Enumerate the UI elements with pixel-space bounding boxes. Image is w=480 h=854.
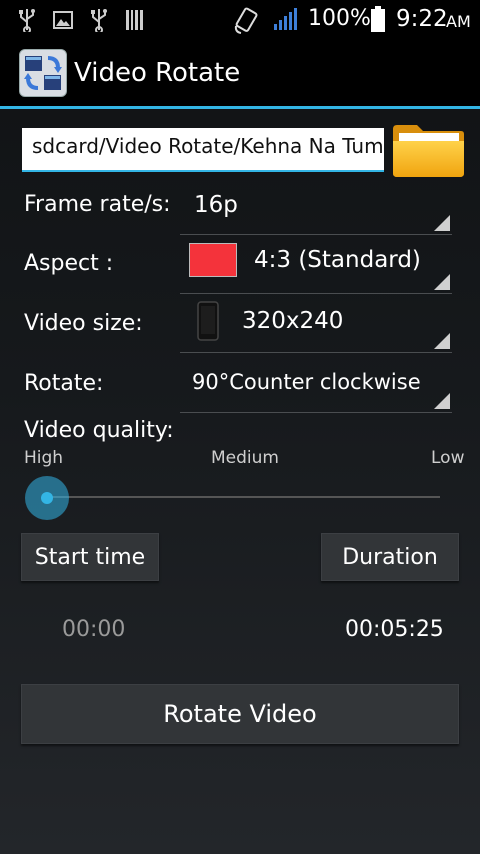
image-icon — [53, 11, 73, 29]
duration-value: 00:05:25 — [345, 617, 444, 642]
aspect-color-swatch — [189, 243, 237, 277]
page-title: Video Rotate — [74, 58, 241, 88]
aspect-spinner[interactable]: 4:3 (Standard) — [180, 235, 452, 294]
app-logo-icon[interactable] — [19, 49, 67, 97]
rotate-phone-icon — [234, 7, 258, 34]
aspect-value: 4:3 (Standard) — [254, 247, 421, 273]
start-time-button[interactable]: Start time — [21, 533, 159, 581]
clock: 9:22 — [396, 6, 448, 32]
quality-medium-label: Medium — [211, 448, 279, 468]
battery-percent: 100% — [308, 6, 371, 31]
battery-icon — [371, 6, 385, 32]
clock-ampm: AM — [446, 12, 471, 31]
status-bar: 100% 9:22 AM — [0, 0, 480, 40]
dropdown-arrow-icon — [434, 333, 450, 349]
video-size-spinner[interactable]: 320x240 — [180, 294, 452, 353]
rotate-video-button[interactable]: Rotate Video — [21, 684, 459, 744]
dropdown-arrow-icon — [434, 393, 450, 409]
frame-rate-value: 16p — [194, 192, 238, 218]
phone-icon — [197, 301, 219, 341]
frame-rate-spinner[interactable]: 16p — [180, 176, 452, 235]
aspect-label: Aspect : — [24, 251, 114, 276]
rotate-label: Rotate: — [24, 371, 104, 396]
quality-slider-thumb[interactable] — [25, 476, 69, 520]
duration-button[interactable]: Duration — [321, 533, 459, 581]
signal-icon — [274, 8, 297, 30]
dropdown-arrow-icon — [434, 274, 450, 290]
folder-icon[interactable] — [391, 123, 466, 179]
quality-high-label: High — [24, 448, 64, 468]
rotate-value: 90°Counter clockwise — [192, 370, 421, 394]
barcode-icon — [126, 10, 143, 30]
dropdown-arrow-icon — [434, 215, 450, 231]
video-quality-label: Video quality: — [24, 418, 174, 443]
action-bar-divider — [0, 106, 480, 109]
quality-low-label: Low — [431, 448, 465, 468]
quality-slider-track[interactable] — [46, 496, 440, 498]
rotate-spinner[interactable]: 90°Counter clockwise — [180, 354, 452, 413]
file-path-input[interactable]: sdcard/Video Rotate/Kehna Na Tum — [22, 128, 384, 172]
start-time-value: 00:00 — [62, 617, 126, 642]
video-size-value: 320x240 — [242, 308, 344, 334]
usb-icon — [91, 9, 107, 32]
frame-rate-label: Frame rate/s: — [24, 192, 171, 217]
usb-icon — [19, 9, 35, 32]
video-size-label: Video size: — [24, 311, 143, 336]
